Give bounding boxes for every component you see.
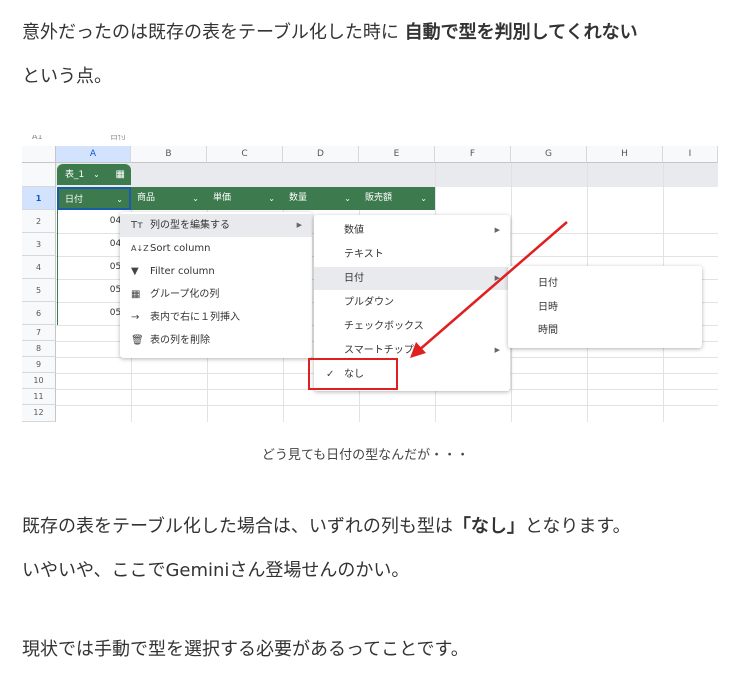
intro-line-2: という点。 bbox=[22, 66, 112, 87]
body-text: となります。 bbox=[524, 516, 631, 537]
intro-text: 意外だったのは既存の表をテーブル化した時に bbox=[22, 22, 399, 43]
body-text: 既存の表をテーブル化した場合は、いずれの列も型は bbox=[22, 516, 453, 537]
annotation-arrow-icon bbox=[410, 221, 568, 358]
body-bold-text: 「なし」 bbox=[452, 516, 525, 537]
intro-line-1: 意外だったのは既存の表をテーブル化した時に 自動で型を判別してくれない bbox=[22, 21, 638, 45]
intro-bold-text: 自動で型を判別してくれない bbox=[404, 22, 638, 43]
body-line-2: いやいや、ここでGeminiさん登場せんのかい。 bbox=[22, 560, 410, 581]
body-line-3: 現状では手動で型を選択する必要があるってことです。 bbox=[22, 639, 469, 660]
spreadsheet-screenshot: A1 日付 A B C D E F G H I 1 2 3 4 5 6 7 8 … bbox=[22, 135, 718, 422]
figure-caption: どう見ても日付の型なんだが・・・ bbox=[261, 448, 470, 463]
body-line-1: 既存の表をテーブル化した場合は、いずれの列も型は「なし」となります。 bbox=[22, 515, 631, 539]
